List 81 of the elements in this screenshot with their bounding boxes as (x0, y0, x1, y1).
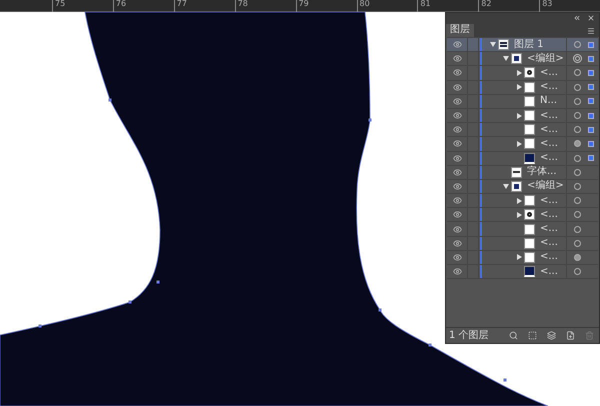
new-layer-icon[interactable] (566, 331, 575, 340)
layer-row[interactable]: 字体... (447, 166, 598, 180)
selection-square[interactable] (588, 98, 594, 104)
layer-row[interactable]: <... (447, 137, 598, 152)
layer-row[interactable]: <... (447, 108, 598, 124)
collapsed-triangle-icon[interactable] (516, 212, 522, 218)
visibility-icon[interactable] (452, 125, 462, 134)
layer-row[interactable]: <... (447, 208, 598, 222)
expanded-triangle-icon[interactable] (503, 184, 509, 189)
target-circle[interactable] (573, 54, 582, 64)
search-icon[interactable] (508, 331, 518, 340)
visibility-icon[interactable] (452, 40, 462, 50)
layer-name: <... (540, 110, 558, 121)
layer-name: <... (540, 82, 558, 92)
close-icon[interactable] (587, 14, 595, 22)
layer-row[interactable]: <编组> (447, 52, 598, 66)
collapsed-triangle-icon[interactable] (516, 70, 522, 76)
layer-name: <... (540, 196, 558, 206)
visibility-icon[interactable] (452, 168, 462, 177)
layer-name: 图层 1 (514, 40, 544, 50)
layer-row[interactable]: <... (447, 123, 598, 138)
selection-square[interactable] (588, 155, 594, 162)
visibility-icon[interactable] (452, 154, 462, 163)
visibility-icon[interactable] (452, 252, 462, 262)
ruler-label: 75 (52, 0, 66, 12)
layer-row[interactable]: <... (447, 250, 598, 265)
visibility-icon[interactable] (452, 182, 462, 191)
layer-name: <编组> (527, 54, 564, 64)
selection-square[interactable] (588, 70, 594, 76)
visibility-icon[interactable] (452, 224, 462, 234)
layer-name: N... (540, 96, 558, 106)
selection-square[interactable] (588, 84, 594, 90)
layer-row[interactable]: <编组> (447, 180, 598, 194)
layer-name: <... (540, 210, 558, 220)
panel-menu-icon[interactable] (587, 27, 595, 35)
ruler-label: 81 (417, 0, 431, 12)
layer-name: <... (540, 68, 558, 78)
layer-name: <编组> (527, 181, 564, 192)
visibility-icon[interactable] (452, 210, 462, 220)
visibility-icon[interactable] (452, 196, 462, 206)
visibility-icon[interactable] (452, 111, 462, 120)
collapsed-triangle-icon[interactable] (516, 112, 522, 119)
expanded-triangle-icon[interactable] (490, 42, 496, 48)
layer-name: <... (540, 252, 558, 262)
layer-row[interactable]: <... (447, 222, 598, 237)
selection-square[interactable] (588, 56, 594, 62)
visibility-icon[interactable] (452, 82, 462, 92)
visibility-icon[interactable] (452, 267, 462, 276)
selection-square[interactable] (588, 126, 594, 133)
layer-row[interactable]: 图层 1 (447, 38, 598, 52)
collapse-icon[interactable] (573, 14, 581, 22)
layer-name: <... (540, 266, 558, 277)
visibility-icon[interactable] (452, 238, 462, 248)
collapsed-triangle-icon[interactable] (516, 198, 522, 204)
layer-name: <... (540, 238, 558, 248)
layer-count: 1 个图层 (449, 330, 489, 340)
panel-tab[interactable]: 图层 (446, 24, 474, 37)
visibility-icon[interactable] (452, 68, 462, 78)
layer-name: 字体... (527, 167, 557, 178)
new-sublayer-icon[interactable] (546, 331, 556, 340)
layer-row[interactable]: <... (447, 236, 598, 251)
collapsed-triangle-icon[interactable] (516, 254, 522, 260)
layer-name: <... (540, 153, 558, 164)
layer-row[interactable]: <... (447, 80, 598, 95)
layer-name: <... (540, 138, 558, 149)
layer-row[interactable]: <... (447, 194, 598, 208)
expanded-triangle-icon[interactable] (503, 56, 509, 62)
layer-row[interactable]: N... (447, 94, 598, 109)
visibility-icon[interactable] (452, 139, 462, 148)
layer-row[interactable]: <... (447, 66, 598, 81)
collapsed-triangle-icon[interactable] (516, 140, 522, 147)
selection-square[interactable] (588, 140, 594, 147)
collapsed-triangle-icon[interactable] (516, 84, 522, 90)
layer-row[interactable]: <... (447, 152, 598, 166)
visibility-icon[interactable] (452, 96, 462, 106)
selection-square[interactable] (588, 42, 594, 48)
layer-name: <... (540, 224, 558, 234)
visibility-icon[interactable] (452, 54, 462, 64)
selection-square[interactable] (588, 112, 594, 119)
layer-name: <... (540, 124, 558, 135)
layer-row[interactable]: <... (447, 265, 598, 280)
